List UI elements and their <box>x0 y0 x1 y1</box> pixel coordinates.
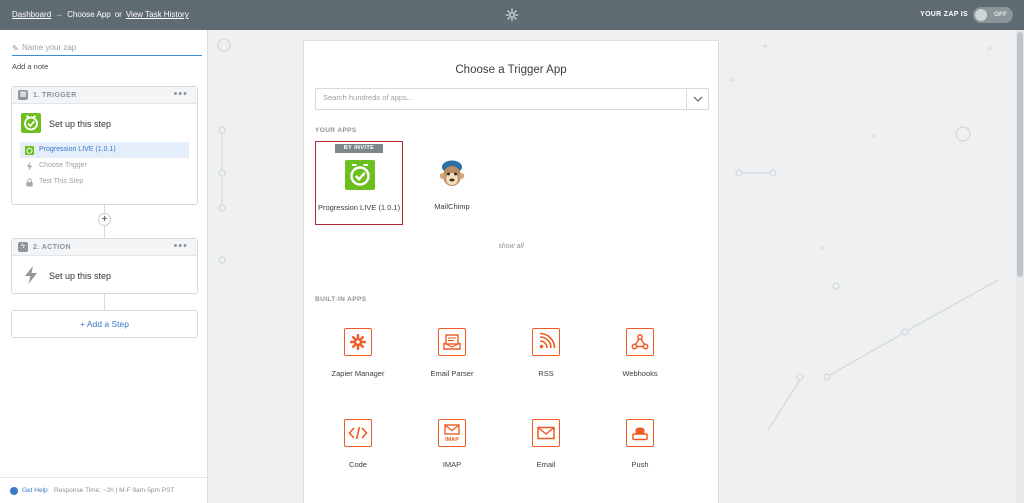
app-name: MailChimp <box>434 202 470 211</box>
svg-text:+: + <box>762 39 769 53</box>
substep-test-step-label: Test This Step <box>39 178 84 185</box>
breadcrumb-dashboard-link[interactable]: Dashboard <box>12 10 51 19</box>
mailchimp-icon <box>439 160 465 186</box>
breadcrumb-arrow: → <box>55 10 64 19</box>
progression-live-small-icon <box>25 146 34 155</box>
code-icon <box>344 419 372 447</box>
substep-test-step[interactable]: Test This Step <box>20 174 189 190</box>
help-icon <box>10 487 18 495</box>
builtin-app-name: Zapier Manager <box>331 369 385 378</box>
add-note-link[interactable]: Add a note <box>12 62 48 71</box>
your-apps-label: YOUR APPS <box>315 127 357 134</box>
trigger-setup-row[interactable]: Set up this step <box>12 104 197 142</box>
action-setup-label: Set up this step <box>49 271 112 281</box>
page-scrollbar[interactable] <box>1016 30 1024 503</box>
view-task-history-link[interactable]: View Task History <box>126 10 189 19</box>
imap-icon-text: IMAP <box>445 437 459 443</box>
trigger-step-icon: ▦ <box>18 90 28 100</box>
builtin-app-name: Email <box>536 460 556 469</box>
connector-line <box>104 294 105 310</box>
builtin-app-imap[interactable]: IMAP IMAP <box>407 419 497 489</box>
page-title: Choose a Trigger App <box>455 64 567 76</box>
zap-on-off-toggle[interactable]: OFF <box>973 7 1013 23</box>
email-parser-icon <box>438 328 466 356</box>
builtin-app-push[interactable]: Push <box>595 419 685 489</box>
action-step-icon: ϟ <box>18 242 28 252</box>
imap-icon: IMAP <box>438 419 466 447</box>
breadcrumb: Dashboard → Choose App or View Task History <box>12 10 189 19</box>
builtin-app-email-parser[interactable]: Email Parser <box>407 328 497 398</box>
app-dropdown-button[interactable] <box>686 89 708 109</box>
trigger-step-header: ▦ 1. TRIGGER ••• <box>12 87 197 104</box>
zap-editor-sidebar: ✎ Add a note ▦ 1. TRIGGER ••• Set up thi… <box>0 30 208 503</box>
svg-text:+: + <box>728 73 735 87</box>
trigger-step-card: ▦ 1. TRIGGER ••• Set up this step Progre… <box>11 86 198 205</box>
builtin-app-rss[interactable]: RSS <box>501 328 591 398</box>
gear-icon <box>344 328 372 356</box>
show-all-link[interactable]: show all <box>304 243 718 250</box>
svg-text:+: + <box>870 129 877 143</box>
envelope-icon <box>532 419 560 447</box>
lightning-icon <box>26 162 33 171</box>
zap-status-label: YOUR ZAP IS <box>920 11 968 18</box>
response-time-info: Response Time: ~2h | M-F 9am-5pm PST <box>54 487 175 494</box>
scrollbar-thumb[interactable] <box>1017 32 1023 277</box>
add-a-step-button[interactable]: + Add a Step <box>11 310 198 338</box>
substep-choose-app-label: Progression LIVE (1.0.1) <box>39 146 116 153</box>
app-tile-mailchimp[interactable]: MailChimp <box>408 141 496 225</box>
get-help-link[interactable]: Get Help <box>22 487 48 494</box>
trigger-step-menu-icon[interactable]: ••• <box>173 88 188 100</box>
toggle-knob <box>975 9 987 21</box>
builtin-app-zapier-manager[interactable]: Zapier Manager <box>313 328 403 398</box>
chevron-down-icon <box>693 96 703 102</box>
by-invite-badge: BY INVITE <box>335 144 383 153</box>
pencil-icon: ✎ <box>12 44 19 53</box>
breadcrumb-or: or <box>114 10 122 19</box>
trigger-step-title: 1. TRIGGER <box>33 92 77 99</box>
substep-choose-app[interactable]: Progression LIVE (1.0.1) <box>20 142 189 158</box>
app-tile-progression-live[interactable]: BY INVITE Progression LIVE (1.0.1) <box>315 141 403 225</box>
zapier-logo-icon[interactable] <box>505 8 519 22</box>
progression-live-icon <box>21 113 41 133</box>
svg-text:+: + <box>819 241 826 255</box>
action-step-menu-icon[interactable]: ••• <box>173 240 188 252</box>
rss-icon <box>532 328 560 356</box>
choose-app-panel: Choose a Trigger App YOUR APPS BY INVITE… <box>303 40 719 503</box>
insert-step-button[interactable]: + <box>98 213 111 226</box>
substep-choose-trigger-label: Choose Trigger <box>39 162 87 169</box>
builtin-apps-label: BUILT-IN APPS <box>315 296 367 303</box>
app-search-input[interactable] <box>323 93 683 102</box>
action-step-title: 2. ACTION <box>33 244 71 251</box>
lightning-icon <box>25 266 37 284</box>
zap-name-field[interactable]: ✎ <box>12 43 202 56</box>
builtin-app-code[interactable]: Code <box>313 419 403 489</box>
builtin-app-webhooks[interactable]: Webhooks <box>595 328 685 398</box>
builtin-app-name: Webhooks <box>622 369 658 378</box>
progression-live-icon <box>345 160 375 190</box>
action-step-card: ϟ 2. ACTION ••• Set up this step <box>11 238 198 294</box>
substep-choose-trigger[interactable]: Choose Trigger <box>20 158 189 174</box>
builtin-app-name: RSS <box>538 369 554 378</box>
app-search-box[interactable] <box>315 88 709 110</box>
toggle-label: OFF <box>994 11 1007 18</box>
breadcrumb-current: Choose App <box>67 10 111 19</box>
svg-text:+: + <box>986 41 993 55</box>
builtin-app-name: Push <box>631 460 649 469</box>
webhooks-icon <box>626 328 654 356</box>
builtin-app-name: Code <box>349 460 367 469</box>
action-setup-row[interactable]: Set up this step <box>12 256 197 294</box>
action-step-header: ϟ 2. ACTION ••• <box>12 239 197 256</box>
help-footer: Get Help Response Time: ~2h | M-F 9am-5p… <box>0 477 207 503</box>
builtin-app-name: Email Parser <box>430 369 474 378</box>
builtin-app-name: IMAP <box>442 460 462 469</box>
push-button-icon <box>626 419 654 447</box>
lock-icon <box>26 178 33 187</box>
zap-name-input[interactable] <box>22 43 197 52</box>
top-bar: Dashboard → Choose App or View Task History … <box>0 0 1024 30</box>
app-name: Progression LIVE (1.0.1) <box>317 203 401 212</box>
trigger-setup-label: Set up this step <box>49 119 112 129</box>
builtin-app-email[interactable]: Email <box>501 419 591 489</box>
